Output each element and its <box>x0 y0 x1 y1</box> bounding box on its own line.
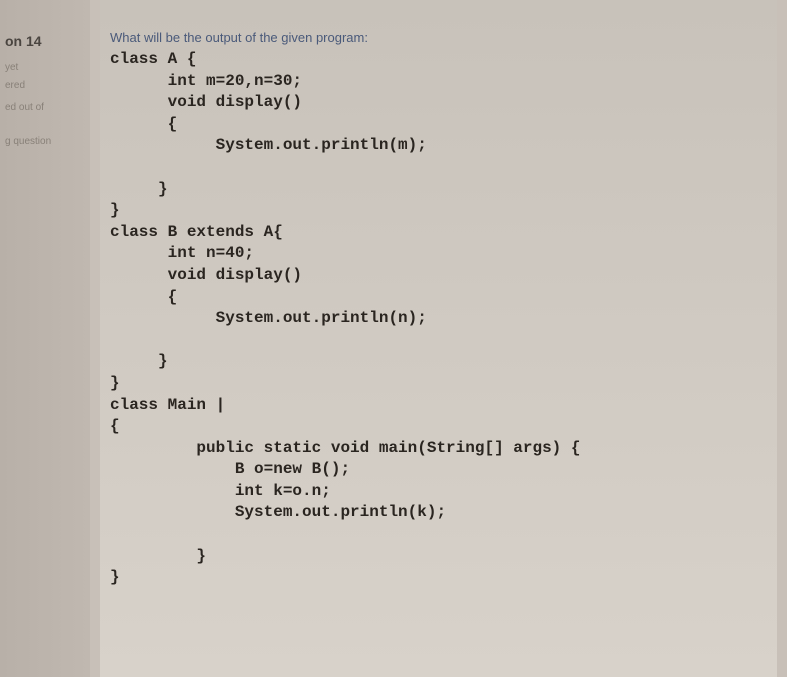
status-line-4: g question <box>5 134 85 150</box>
code-block: class A { int m=20,n=30; void display() … <box>110 49 767 589</box>
status-line-3: ed out of <box>5 100 85 116</box>
question-number: on 14 <box>5 30 85 52</box>
question-content: What will be the output of the given pro… <box>100 0 777 677</box>
question-sidebar: on 14 yet ered ed out of g question <box>0 0 90 677</box>
status-line-2: ered <box>5 78 85 94</box>
question-prompt: What will be the output of the given pro… <box>110 30 767 45</box>
status-line-1: yet <box>5 60 85 76</box>
